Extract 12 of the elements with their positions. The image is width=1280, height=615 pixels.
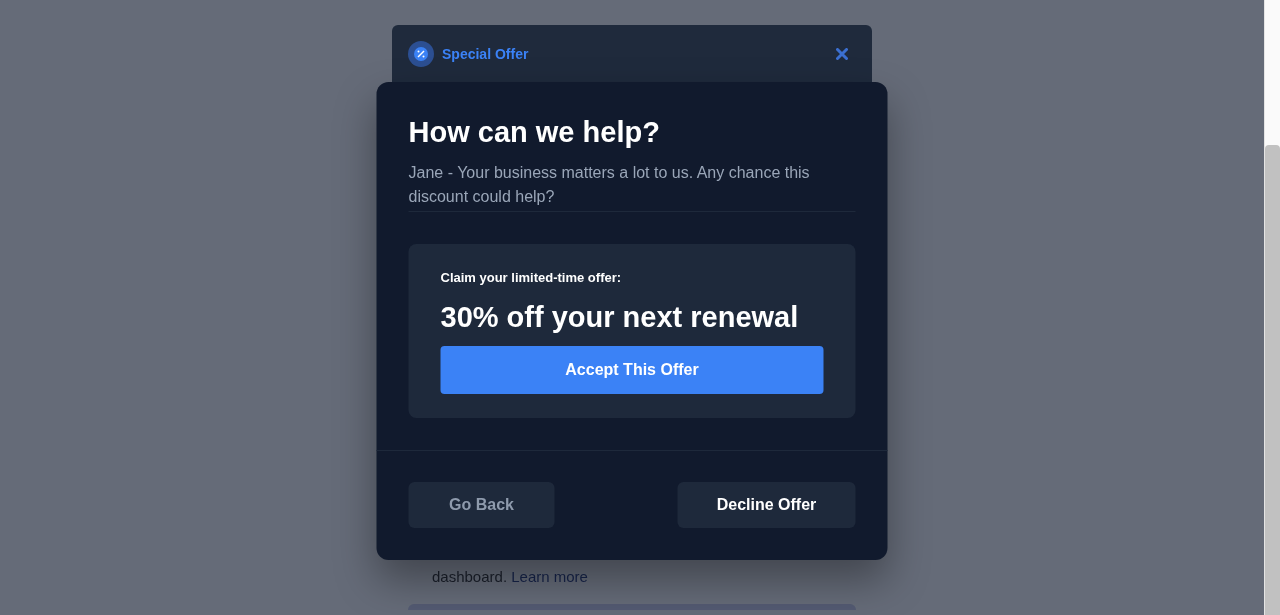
modal-title: How can we help?	[408, 116, 661, 149]
note-text: dashboard.	[432, 568, 508, 585]
accept-offer-button[interactable]: Accept This Offer	[440, 346, 824, 394]
offer-headline: 30% off your next renewal	[440, 301, 800, 334]
offer-label: Claim your limited-time offer:	[440, 270, 623, 285]
close-icon[interactable]	[836, 47, 848, 60]
card-title: Special Offer	[442, 45, 530, 62]
decline-button[interactable]: Decline Offer	[677, 482, 856, 528]
modal-message: Jane - Your business matters a lot to us. Any chance this discount could help?	[408, 161, 856, 212]
go-back-button[interactable]: Go Back	[408, 482, 555, 528]
scrollbar-thumb[interactable]	[1265, 145, 1280, 615]
discount-badge-icon	[408, 40, 434, 67]
